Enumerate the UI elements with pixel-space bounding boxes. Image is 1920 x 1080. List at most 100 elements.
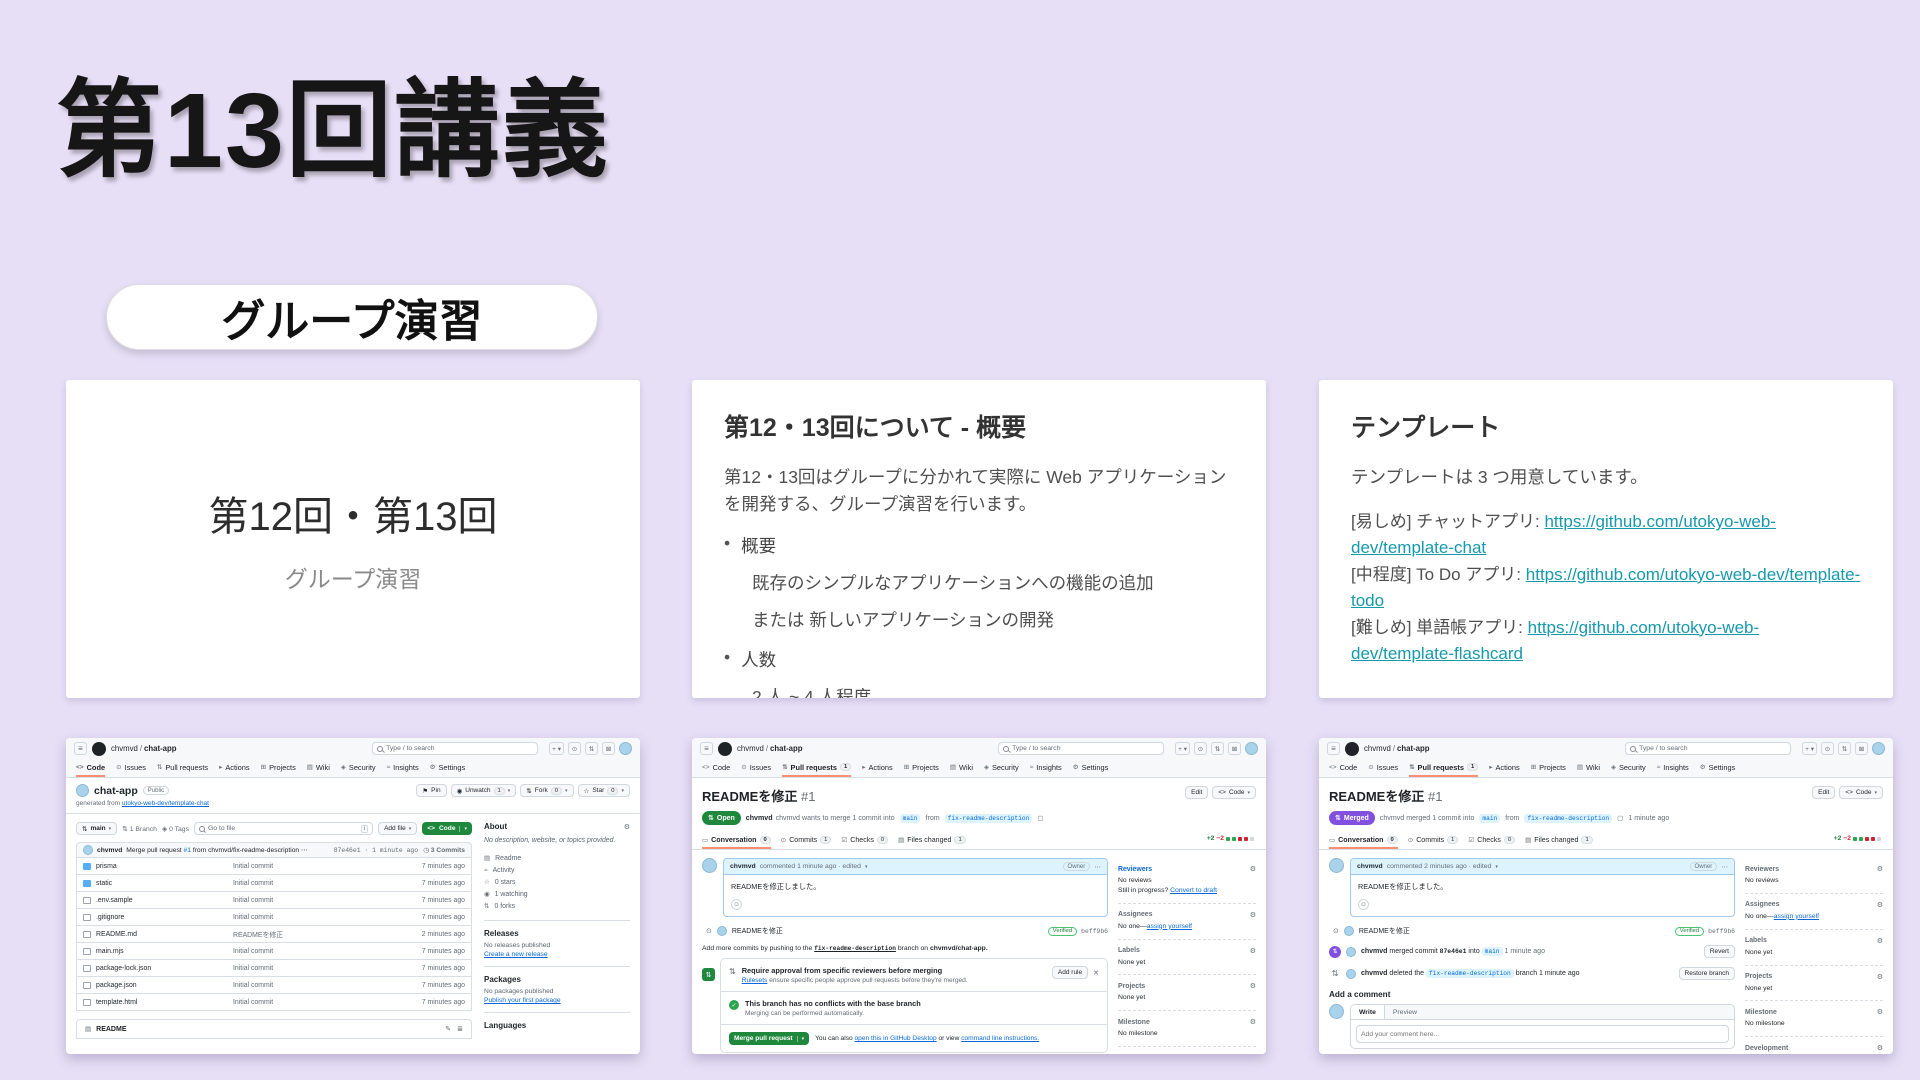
about-item[interactable]: ☆0 stars	[484, 876, 630, 888]
tab-write[interactable]: Write	[1351, 1005, 1385, 1019]
file-row[interactable]: README.md READMEを修正 2 minutes ago	[76, 926, 472, 943]
file-name[interactable]: .gitignore	[96, 914, 124, 921]
assign-yourself-link[interactable]: assign yourself	[1774, 913, 1819, 920]
edit-button[interactable]: Edit	[1812, 786, 1835, 799]
gear-icon[interactable]: ⚙	[624, 823, 630, 831]
file-name[interactable]: static	[96, 880, 112, 887]
pr-number-link[interactable]: #1	[184, 847, 191, 854]
base-branch-chip[interactable]: main	[1482, 947, 1503, 956]
comment-input[interactable]	[1356, 1025, 1729, 1043]
file-name[interactable]: .env.sample	[96, 897, 133, 904]
gear-icon[interactable]: ⚙	[1877, 1044, 1883, 1052]
file-commit-message[interactable]: Initial commit	[233, 897, 422, 904]
latest-commit-bar[interactable]: chvmvd Merge pull request #1 from chvmvd…	[76, 842, 472, 858]
avatar[interactable]	[1245, 742, 1258, 755]
create-new-button[interactable]: + ▾	[1802, 742, 1817, 755]
verified-badge[interactable]: Verified	[1048, 927, 1077, 936]
commit-message[interactable]: READMEを修正	[732, 926, 783, 936]
create-new-button[interactable]: + ▾	[549, 742, 564, 755]
repo-nav-tab[interactable]: ≈Insights	[1657, 759, 1689, 777]
pull-requests-icon[interactable]: ⇅	[1211, 742, 1224, 755]
repo-nav-tab[interactable]: ◈Security	[341, 759, 376, 777]
file-commit-message[interactable]: Initial commit	[233, 914, 422, 921]
pull-requests-icon[interactable]: ⇅	[585, 742, 598, 755]
about-item[interactable]: ≈Activity	[484, 864, 630, 876]
revert-button[interactable]: Revert	[1704, 945, 1735, 958]
pr-tab[interactable]: ▤Files changed1	[898, 832, 966, 849]
file-name[interactable]: README.md	[96, 931, 137, 938]
gear-icon[interactable]: ⚙	[1250, 982, 1256, 990]
file-commit-message[interactable]: Initial commit	[233, 880, 422, 887]
emoji-button[interactable]: ☺	[1358, 899, 1369, 910]
head-branch-chip[interactable]: fix-readme-description	[945, 814, 1033, 823]
head-branch-chip[interactable]: fix-readme-description	[1524, 814, 1612, 823]
file-commit-message[interactable]: Initial commit	[233, 863, 422, 870]
repo-nav-tab[interactable]: ◈Security	[984, 759, 1019, 777]
github-logo[interactable]	[92, 742, 106, 756]
code-button[interactable]: <> Code▾	[422, 822, 472, 835]
commit-hash[interactable]: 87e46e1 · 1 minute ago	[334, 847, 418, 854]
repo-nav-tab[interactable]: ▤Wiki	[950, 759, 973, 777]
hamburger-icon[interactable]: ≡	[700, 742, 713, 755]
avatar[interactable]	[619, 742, 632, 755]
repo-nav-tab[interactable]: ≈Insights	[1030, 759, 1062, 777]
cli-instructions-link[interactable]: command line instructions.	[961, 1035, 1039, 1042]
repo-nav-tab[interactable]: ▸Actions	[219, 759, 250, 777]
breadcrumb[interactable]: chvmvd/chat-app	[737, 744, 803, 753]
search-input[interactable]: Type / to search	[1625, 742, 1791, 755]
add-file-button[interactable]: Add file▾	[378, 822, 417, 835]
issues-icon[interactable]: ⊙	[1821, 742, 1834, 755]
file-row[interactable]: .env.sample Initial commit 7 minutes ago	[76, 892, 472, 909]
gear-icon[interactable]: ⚙	[1250, 947, 1256, 955]
commit-count[interactable]: ◷ 3 Commits	[423, 846, 465, 854]
repo-nav-tab[interactable]: ▤Wiki	[307, 759, 330, 777]
edit-icon[interactable]: ✎	[445, 1025, 451, 1033]
copy-icon[interactable]: ▢	[1617, 814, 1623, 822]
repo-nav-tab[interactable]: ⊙Issues	[1368, 759, 1398, 777]
search-input[interactable]: Type / to search	[998, 742, 1164, 755]
convert-to-draft-link[interactable]: Convert to draft	[1170, 887, 1217, 894]
inbox-icon[interactable]: ⊠	[1228, 742, 1241, 755]
gear-icon[interactable]: ⚙	[1250, 865, 1256, 873]
pr-tab[interactable]: ▭Conversation0	[702, 832, 771, 849]
search-input[interactable]: Type / to search	[372, 742, 538, 755]
file-row[interactable]: package.json Initial commit 7 minutes ag…	[76, 977, 472, 994]
pin-button[interactable]: ⚑ Pin	[416, 784, 446, 797]
pr-tab[interactable]: ☑Checks0	[1468, 832, 1515, 849]
file-commit-message[interactable]: Initial commit	[233, 982, 422, 989]
kebab-icon[interactable]: ⋯	[1094, 863, 1101, 871]
file-name[interactable]: package.json	[96, 982, 137, 989]
pr-tab[interactable]: ☑Checks0	[841, 832, 888, 849]
copy-icon[interactable]: ▢	[1037, 814, 1043, 822]
repo-nav-tab[interactable]: <>Code	[1329, 759, 1357, 777]
kebab-icon[interactable]: ⋯	[1721, 863, 1728, 871]
hamburger-icon[interactable]: ≡	[1327, 742, 1340, 755]
gear-icon[interactable]: ⚙	[1877, 937, 1883, 945]
pr-tab[interactable]: ▤Files changed1	[1525, 832, 1593, 849]
emoji-button[interactable]: ☺	[731, 899, 742, 910]
merge-pull-request-button[interactable]: Merge pull request▾	[729, 1032, 809, 1045]
repo-nav-tab[interactable]: ▸Actions	[862, 759, 893, 777]
repo-nav-tab[interactable]: <>Code	[76, 759, 105, 777]
tab-preview[interactable]: Preview	[1385, 1005, 1425, 1019]
repo-nav-tab[interactable]: ◈Security	[1611, 759, 1646, 777]
about-item[interactable]: ▤Readme	[484, 852, 630, 864]
file-name[interactable]: template.html	[96, 999, 137, 1006]
base-branch-chip[interactable]: main	[1479, 814, 1500, 823]
go-to-file-input[interactable]: Go to filet	[194, 822, 373, 835]
pr-tab[interactable]: ⊙Commits1	[1408, 832, 1459, 849]
readme-section-header[interactable]: ▤ README ✎≣	[76, 1019, 472, 1039]
github-logo[interactable]	[718, 742, 732, 756]
file-commit-message[interactable]: Initial commit	[233, 999, 422, 1006]
file-name[interactable]: package-lock.json	[96, 965, 151, 972]
breadcrumb[interactable]: chvmvd/chat-app	[111, 744, 177, 753]
tag-count[interactable]: ◈ 0 Tags	[162, 825, 189, 833]
commit-hash[interactable]: beff9b6	[1081, 928, 1108, 935]
file-name[interactable]: main.mjs	[96, 948, 124, 955]
gear-icon[interactable]: ⚙	[1877, 865, 1883, 873]
file-row[interactable]: package-lock.json Initial commit 7 minut…	[76, 960, 472, 977]
code-button[interactable]: <> Code▾	[1212, 786, 1256, 799]
comment-author[interactable]: chvmvd	[1357, 863, 1383, 870]
publish-package-link[interactable]: Publish your first package	[484, 997, 561, 1004]
commit-hash[interactable]: beff9b6	[1708, 928, 1735, 935]
